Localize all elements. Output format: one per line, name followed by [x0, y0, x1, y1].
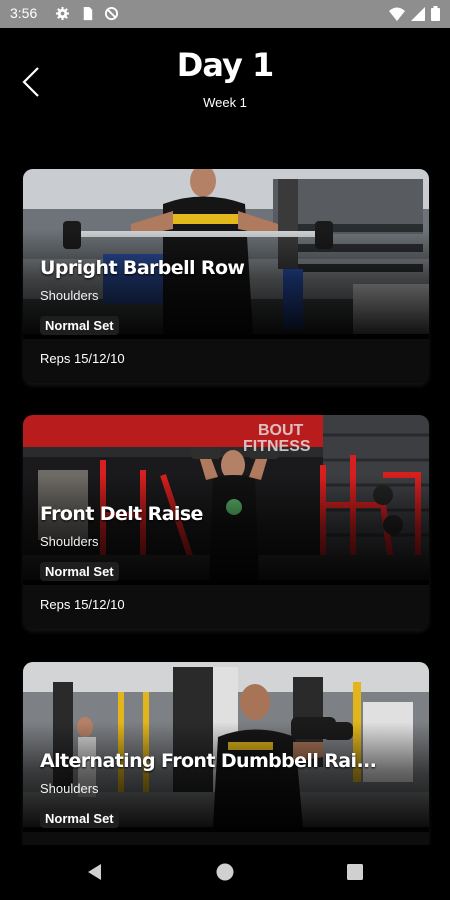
sim-card-icon	[83, 6, 93, 21]
signal-icon	[411, 6, 425, 21]
wifi-icon	[389, 7, 405, 21]
home-circle-icon[interactable]	[216, 863, 234, 881]
gear-icon	[55, 6, 70, 21]
no-data-icon	[104, 6, 119, 21]
exercise-card[interactable]: Alternating Front Dumbbell Rai... Should…	[23, 662, 429, 876]
page-title: Day 1	[176, 46, 274, 84]
exercise-name: Front Delt Raise	[40, 503, 203, 525]
exercise-name: Upright Barbell Row	[40, 257, 245, 279]
set-type-badge: Normal Set	[40, 809, 119, 828]
exercise-reps: Reps 15/12/10	[40, 351, 125, 366]
set-type-badge: Normal Set	[40, 562, 119, 581]
exercise-reps: Reps 15/12/10	[40, 597, 125, 612]
recents-square-icon[interactable]	[346, 863, 364, 881]
status-bar: 3:56	[0, 0, 450, 28]
exercise-category: Shoulders	[40, 288, 99, 303]
exercise-name: Alternating Front Dumbbell Rai...	[40, 750, 377, 772]
exercise-card[interactable]: BOUT FITNESS Front Delt Raise Shoulders …	[23, 415, 429, 629]
status-time: 3:56	[10, 5, 38, 21]
svg-text:BOUT: BOUT	[258, 422, 304, 439]
exercise-category: Shoulders	[40, 781, 99, 796]
battery-icon	[431, 6, 440, 21]
system-nav-bar	[0, 845, 450, 900]
exercise-card[interactable]: Upright Barbell Row Shoulders Normal Set…	[23, 169, 429, 383]
exercise-category: Shoulders	[40, 534, 99, 549]
svg-text:FITNESS: FITNESS	[243, 438, 311, 455]
set-type-badge: Normal Set	[40, 316, 119, 335]
back-triangle-icon[interactable]	[86, 863, 104, 881]
page-subtitle: Week 1	[203, 95, 247, 110]
